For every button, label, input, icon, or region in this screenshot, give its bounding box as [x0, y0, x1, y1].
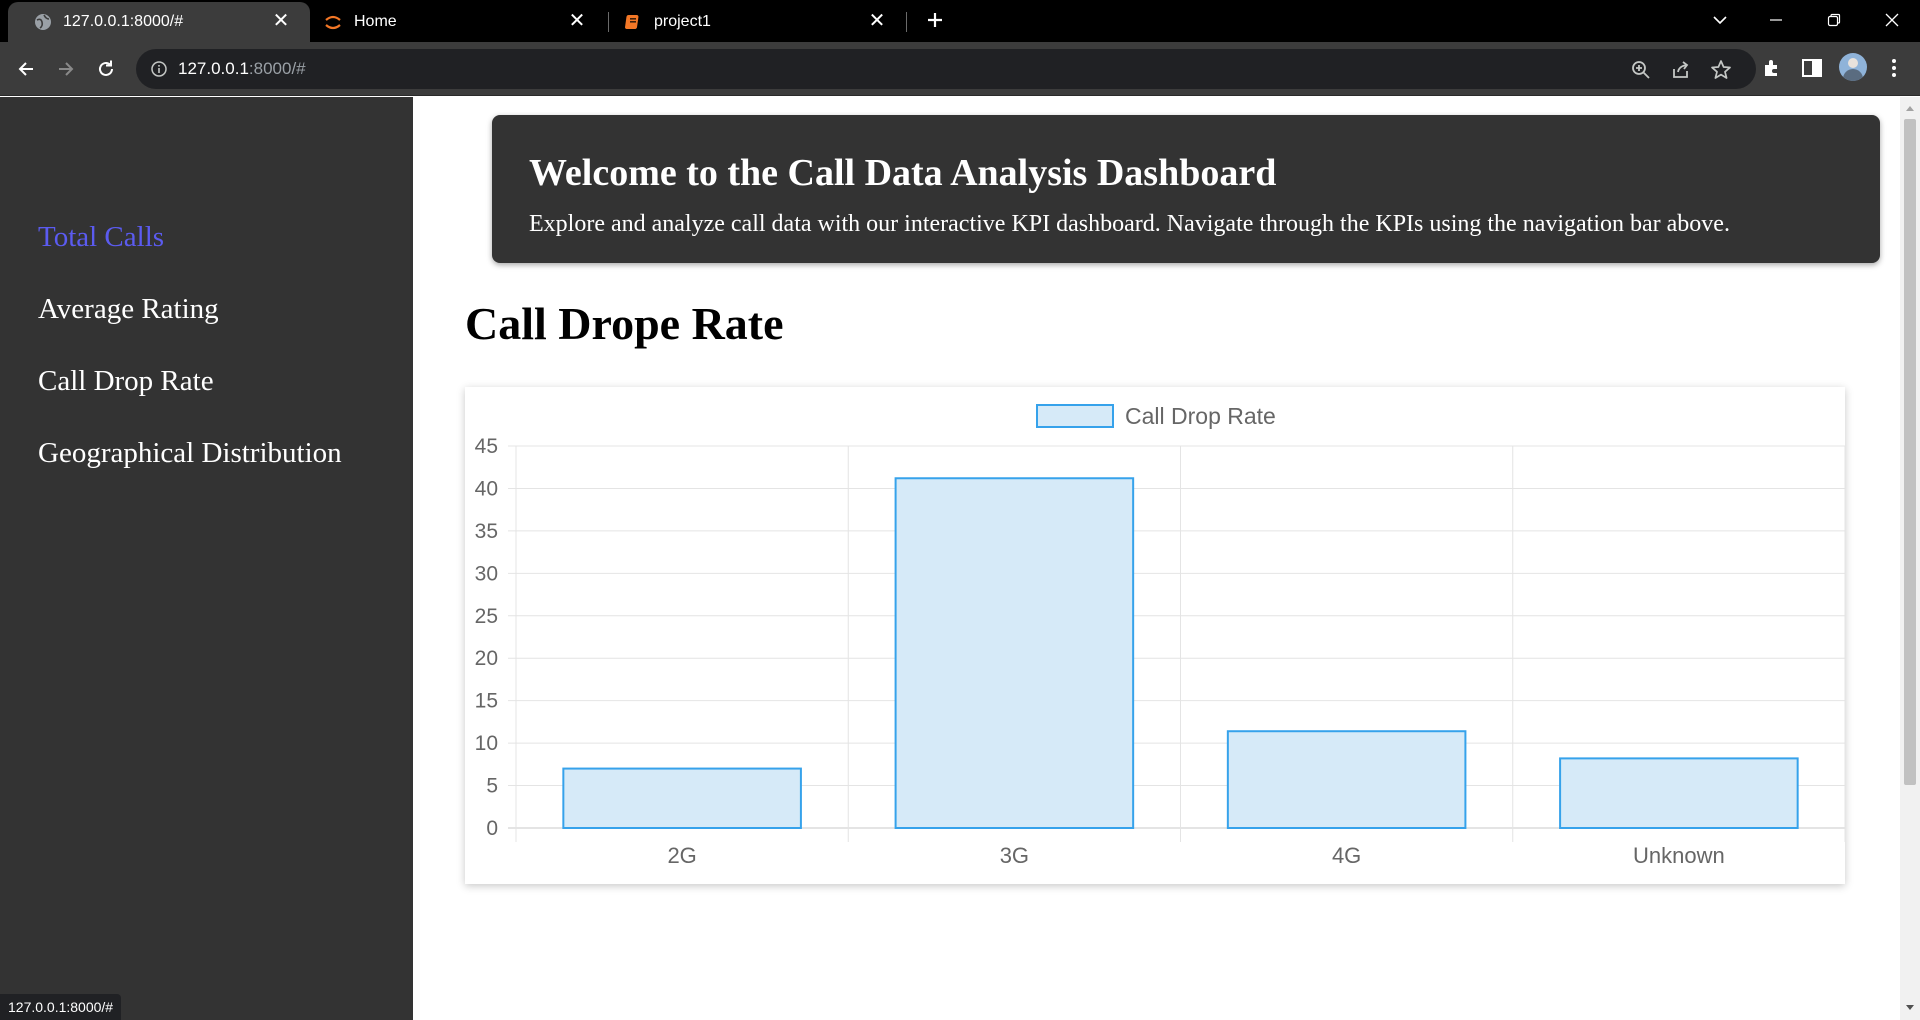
jupyter-icon [325, 15, 341, 30]
avatar[interactable] [1839, 53, 1867, 81]
chart-card: 0 5 10 15 20 25 30 35 40 45 2G 3G 4G Unknown Call Drop… [465, 387, 1845, 884]
y-tick-label: 0 [486, 817, 498, 840]
arrow-left-icon [18, 62, 33, 76]
browser-toolbar: 127.0.0.1:8000/# [0, 42, 1920, 96]
more-icon[interactable] [1882, 56, 1906, 80]
welcome-subtitle: Explore and analyze call data with our i… [529, 211, 1730, 237]
sidebar-nav: Total Calls Average Rating Call Drop Rat… [38, 221, 342, 509]
x-tick-label: 2G [667, 843, 696, 868]
arrow-right-icon [59, 62, 74, 76]
tab-search-button[interactable] [1692, 0, 1748, 40]
legend-label: Call Drop Rate [1125, 403, 1276, 429]
share-icon[interactable] [1670, 59, 1692, 81]
y-tick-label: 45 [475, 435, 498, 458]
bar-chart: 0 5 10 15 20 25 30 35 40 45 2G 3G 4G Unknown Call Drop… [475, 403, 1845, 868]
sidebar-item-total-calls[interactable]: Total Calls [38, 221, 342, 293]
y-tick-label: 25 [475, 605, 498, 628]
forward-button[interactable] [48, 51, 84, 87]
sidebar-item-call-drop-rate[interactable]: Call Drop Rate [38, 365, 342, 437]
minimize-icon [1770, 19, 1782, 21]
legend-swatch [1036, 404, 1114, 428]
scroll-down-icon[interactable] [1905, 1003, 1915, 1013]
side-panel-icon[interactable] [1800, 56, 1824, 80]
url-text: 127.0.0.1:8000/# [178, 59, 306, 78]
reload-icon [99, 60, 113, 76]
welcome-banner: Welcome to the Call Data Analysis Dashbo… [492, 115, 1880, 263]
y-tick-label: 5 [486, 775, 498, 798]
extensions-icon[interactable] [1760, 56, 1784, 80]
tab-title: 127.0.0.1:8000/# [63, 13, 184, 30]
page-title: Call Drope Rate [465, 298, 784, 349]
sidebar: Total Calls Average Rating Call Drop Rat… [0, 97, 413, 1020]
close-icon[interactable]: ✕ [270, 10, 292, 32]
page-viewport: Total Calls Average Rating Call Drop Rat… [0, 97, 1920, 1020]
y-tick-label: 30 [475, 562, 498, 585]
info-icon[interactable] [150, 60, 168, 78]
main-content: Welcome to the Call Data Analysis Dashbo… [413, 97, 1900, 1020]
y-tick-label: 10 [475, 732, 498, 755]
x-tick-label: Unknown [1633, 843, 1725, 868]
star-icon[interactable] [1710, 59, 1732, 81]
notebook-icon [625, 15, 639, 29]
bar-unknown [1559, 757, 1799, 829]
back-button[interactable] [8, 51, 44, 87]
tab-home[interactable]: Home ✕ [306, 2, 606, 42]
y-tick-label: 15 [475, 690, 498, 713]
bar-3g [894, 477, 1135, 829]
tab-localhost[interactable]: 127.0.0.1:8000/# ✕ [8, 2, 310, 42]
scroll-up-icon[interactable] [1905, 103, 1915, 113]
bar-4g [1226, 730, 1467, 829]
new-tab-button[interactable] [907, 0, 963, 40]
x-tick-label: 4G [1332, 843, 1361, 868]
restore-button[interactable] [1806, 0, 1862, 40]
scrollbar[interactable] [1900, 97, 1920, 1020]
status-bar-url: 127.0.0.1:8000/# [0, 994, 122, 1020]
minimize-button[interactable] [1748, 0, 1804, 40]
browser-tab-bar: 127.0.0.1:8000/# ✕ Home ✕ project1 ✕ [0, 0, 1920, 42]
close-window-button[interactable] [1864, 0, 1920, 40]
y-tick-label: 40 [475, 477, 498, 500]
globe-icon [35, 14, 51, 30]
y-tick-label: 20 [475, 647, 498, 670]
sidebar-item-geographical-distribution[interactable]: Geographical Distribution [38, 437, 342, 509]
close-icon [1885, 13, 1899, 27]
welcome-title: Welcome to the Call Data Analysis Dashbo… [529, 152, 1277, 194]
restore-icon [1827, 13, 1841, 27]
address-bar[interactable]: 127.0.0.1:8000/# [136, 49, 1756, 89]
scrollbar-thumb[interactable] [1904, 119, 1916, 785]
tab-title: Home [354, 13, 397, 30]
y-tick-label: 35 [475, 520, 498, 543]
chevron-down-icon [1713, 16, 1727, 25]
close-icon[interactable]: ✕ [566, 10, 588, 32]
tab-project1[interactable]: project1 ✕ [606, 2, 906, 42]
plus-icon [928, 13, 942, 27]
reload-button[interactable] [88, 51, 124, 87]
tab-title: project1 [654, 13, 711, 30]
sidebar-item-average-rating[interactable]: Average Rating [38, 293, 342, 365]
close-icon[interactable]: ✕ [866, 10, 888, 32]
bar-2g [562, 767, 802, 830]
zoom-icon[interactable] [1630, 59, 1652, 81]
x-tick-label: 3G [1000, 843, 1029, 868]
